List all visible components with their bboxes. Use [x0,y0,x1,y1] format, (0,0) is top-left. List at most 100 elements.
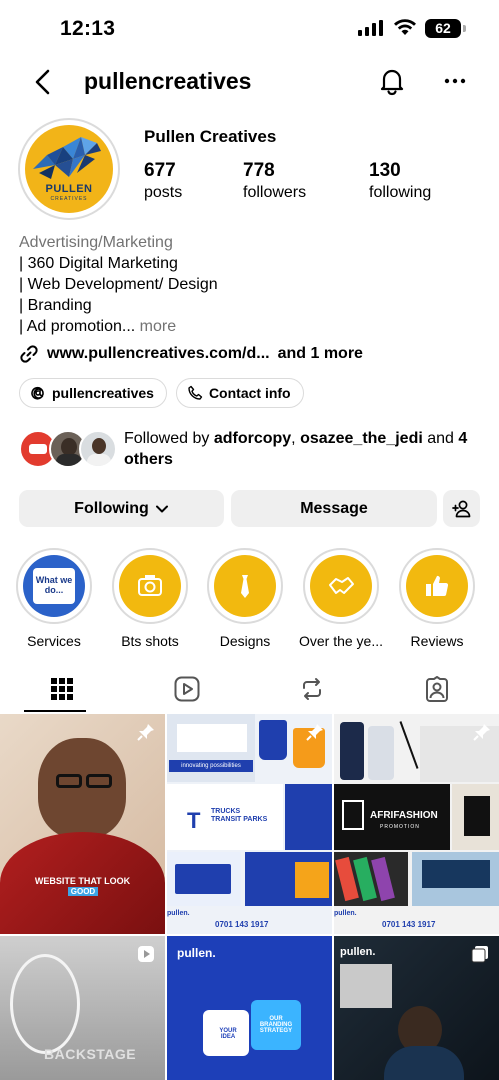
avatar [79,430,117,468]
puzzle-text: YOUR IDEA [219,1028,237,1040]
grid-post[interactable]: AFRIFASHION PROMOTION pullen. 0701 143 1… [334,714,499,934]
grid-post[interactable]: innovating possibilities T TRUCKS TRANSI… [167,714,332,934]
profile-tabs [0,665,499,713]
highlight-label: Bts shots [121,633,179,649]
highlight-services[interactable]: What we do... Services [16,548,92,649]
bio-line: | Branding [19,297,92,314]
add-user-icon [451,500,470,517]
follower-username: adforcopy [213,430,292,447]
reel-indicator-icon [138,946,154,962]
highlight-label: Reviews [410,633,464,649]
message-button[interactable]: Message [231,490,437,527]
followers-count: 778 [243,160,275,181]
grid-icon [51,678,73,700]
post-brand-text: TRUCKS TRANSIT PARKS [211,808,268,823]
highlight-over-the-years[interactable]: Over the ye... [299,548,383,649]
active-tab-indicator [24,710,86,712]
highlight-cover [406,555,468,617]
tab-reposts[interactable] [250,665,374,713]
posts-count: 677 [144,160,176,181]
post-phone: 0701 143 1917 [215,920,269,929]
highlight-ring [112,548,188,624]
tab-reels[interactable] [125,665,249,713]
more-options-icon[interactable] [440,66,470,96]
camera-icon [138,575,162,596]
contact-chip-label: Contact info [208,385,291,401]
following-count: 130 [369,160,401,181]
highlight-reviews[interactable]: Reviews [399,548,475,649]
highlight-designs[interactable]: Designs [207,548,283,649]
repost-icon [303,678,321,700]
suggested-users-button[interactable] [443,490,480,527]
battery-tip [463,25,466,32]
bio-line: | 360 Digital Marketing [19,255,178,272]
following-button[interactable]: Following [19,490,224,527]
avatar-brand-text: PULLEN [45,183,93,195]
highlight-ring [303,548,379,624]
highlight-cover [310,555,372,617]
contact-info-chip[interactable]: Contact info [175,378,304,408]
profile-avatar[interactable]: PULLEN CREATIVES [18,118,120,220]
bell-icon[interactable] [377,66,407,96]
message-button-label: Message [300,499,368,517]
bio-line: | Ad promotion... [19,318,136,335]
post-brand: pullen. [334,910,357,917]
header-username: pullencreatives [84,68,252,94]
carousel-icon [471,946,488,963]
phone-icon [188,385,203,400]
link-icon [20,345,38,363]
bio-more-link[interactable]: more [140,318,176,335]
highlight-ring: What we do... [16,548,92,624]
post-caption: BACKSTAGE [44,1046,137,1062]
followed-by-avatars[interactable] [19,430,119,468]
highlight-cover [214,555,276,617]
display-name: Pullen Creatives [144,127,277,146]
posts-stat[interactable]: 677 posts [144,160,182,202]
grid-post[interactable]: pullen. [334,936,499,1080]
reels-icon [174,676,200,702]
grid-post[interactable]: WEBSITE THAT LOOK GOOD [0,714,165,934]
tie-icon [241,575,249,598]
threads-chip-label: pullencreatives [52,385,154,401]
highlight-bts-shots[interactable]: Bts shots [112,548,188,649]
threads-icon [31,387,44,400]
highlight-cover [119,555,181,617]
following-stat[interactable]: 130 following [369,160,431,202]
highlight-services-text: What we do... [33,568,75,604]
tagged-icon [426,676,448,702]
back-arrow-icon[interactable] [28,66,60,98]
grid-post[interactable]: BACKSTAGE [0,936,165,1080]
chevron-down-icon [155,505,168,512]
website-url: www.pullencreatives.com/d... [47,345,270,362]
following-button-label: Following [74,499,149,517]
highlight-cover: What we do... [23,555,85,617]
website-more: and 1 more [277,345,363,362]
highlight-ring [207,548,283,624]
followers-stat[interactable]: 778 followers [243,160,306,202]
grid-post[interactable]: pullen. YOUR IDEA OUR BRANDING STRATEGY [167,936,332,1080]
profile-chips: pullencreatives Contact info [19,378,304,408]
profile-header: pullencreatives [0,56,499,108]
bio: Advertising/Marketing | 360 Digital Mark… [19,232,479,337]
website-link[interactable]: www.pullencreatives.com/d... and 1 more [19,342,363,366]
tab-tagged[interactable] [375,665,499,713]
battery-icon: 62 [425,19,461,38]
thumbs-up-icon [426,575,449,597]
bio-category: Advertising/Marketing [19,234,173,251]
threads-chip[interactable]: pullencreatives [19,378,167,408]
avatar-brand-sub: CREATIVES [50,196,88,202]
post-brand: pullen. [167,910,190,917]
post-caption: WEBSITE THAT LOOK [34,876,131,886]
highlight-ring [399,548,475,624]
tab-posts-grid[interactable] [0,665,124,713]
status-time: 12:13 [60,17,116,40]
pullen-logo: PULLEN CREATIVES [25,125,113,213]
status-bar: 12:13 62 [0,0,499,56]
cellular-signal-icon [358,20,383,36]
bio-line-last: | Ad promotion... more [19,316,479,337]
followed-by-text[interactable]: Followed by adforcopy, osazee_the_jedi a… [124,428,484,470]
follower-username: osazee_the_jedi [300,430,423,447]
post-slogan: innovating possibilities [169,760,253,772]
post-brand-sub: PROMOTION [380,824,420,830]
puzzle-text: OUR BRANDING STRATEGY [259,1016,293,1034]
